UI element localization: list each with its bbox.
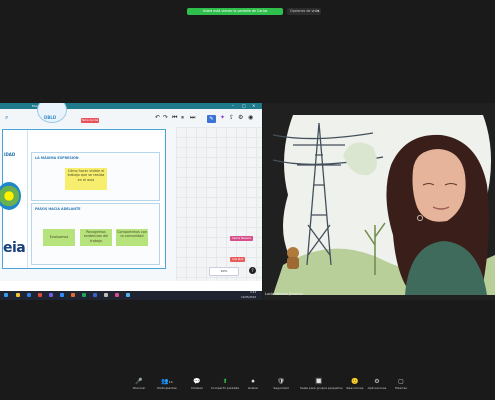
security-button[interactable]: 🛡 Seguridad xyxy=(266,378,296,391)
pause-icon[interactable]: ⏸ xyxy=(181,114,184,121)
virtual-background xyxy=(273,115,495,295)
edge-icon[interactable] xyxy=(27,293,31,297)
chat-label: Chatear xyxy=(191,386,203,390)
share-screen-icon: ⬆ xyxy=(222,378,228,385)
excel-icon[interactable] xyxy=(82,293,86,297)
panel-pasos[interactable]: PASOS HACIA ADELANTE Evaluamos Recogemos… xyxy=(31,203,160,265)
board-toolbar: ⌕ DBLD Tema del día ↶ ↷ ⏮ ⏸ ⏭ ✎ ✦ ⇪ ⚙ ◉ xyxy=(0,103,262,128)
redo-icon[interactable]: ↷ xyxy=(163,114,168,121)
security-label: Seguridad xyxy=(273,386,289,390)
whiteboards-button[interactable]: ▢ Pizarras xyxy=(386,378,416,391)
system-clock[interactable]: 9:44 22/05/2024 xyxy=(241,291,256,300)
next-icon[interactable]: ⏭ xyxy=(190,114,195,121)
breakout-rooms-label: Salas para grupos pequeños xyxy=(300,386,343,390)
left-column-label: IDAD xyxy=(4,152,16,157)
share-screen-button[interactable]: ⬆ Compartir pantalla xyxy=(210,378,240,391)
record-label: Grabar xyxy=(247,386,259,390)
help-button[interactable]: ? xyxy=(249,267,256,274)
settings-icon[interactable]: ⚙ xyxy=(238,114,243,121)
participants-icon: 👥14 xyxy=(161,378,173,385)
sticky-note[interactable]: Evaluamos xyxy=(43,229,75,246)
participants-button[interactable]: 👥14 Participantes xyxy=(152,378,182,391)
app-icon[interactable] xyxy=(115,293,119,297)
mute-button[interactable]: 🎤 Silenciar xyxy=(124,378,154,391)
collaborator-cursor: Carlos Navarro xyxy=(230,236,254,241)
logo xyxy=(37,103,67,123)
top-bar: Usted está viendo la pantalla de Carlos … xyxy=(0,0,495,22)
canvas-side-area: Carlos Navarro Ana Ruiz 90% ? xyxy=(176,127,262,281)
chat-button[interactable]: 💬 Chatear xyxy=(182,378,212,391)
word-icon[interactable] xyxy=(93,293,97,297)
sticky-note[interactable]: Compartimos con la comunidad xyxy=(116,229,148,246)
shield-icon: 🛡 xyxy=(277,378,285,385)
microphone-icon: 🎤 xyxy=(135,378,143,385)
share-screen-label: Compartir pantalla xyxy=(210,386,240,390)
teams-icon[interactable] xyxy=(49,293,53,297)
app-icon[interactable] xyxy=(126,293,130,297)
share-icon[interactable]: ⇪ xyxy=(229,114,234,121)
screen-share-indicator[interactable]: Usted está viendo la pantalla de Carlos xyxy=(187,8,283,15)
panel-title: LA MÁXIMA EXPRESIÓN xyxy=(35,156,79,160)
office-icon[interactable] xyxy=(71,293,75,297)
zoom-control[interactable]: 90% xyxy=(209,267,239,276)
chat-icon: 💬 xyxy=(193,378,201,385)
record-icon: ⏺ xyxy=(251,378,255,385)
logo-text: DBLD xyxy=(44,115,57,120)
board-frame: IDAD eia LA MÁXIMA EXPRESIÓN Cómo hacer … xyxy=(0,129,166,269)
undo-icon[interactable]: ↶ xyxy=(155,114,160,121)
participant-name: Lucía Moreno Jiménez xyxy=(265,292,304,296)
participant-video-tile[interactable]: Lucía Moreno Jiménez xyxy=(263,103,495,300)
pen-tool-button[interactable]: ✎ xyxy=(207,115,216,123)
zoom-app-icon[interactable] xyxy=(60,293,64,297)
sticky-note[interactable]: Recogemos evidencias del trabajo xyxy=(80,229,112,246)
mute-label: Silenciar xyxy=(132,386,146,390)
brand-text: eia xyxy=(3,240,26,256)
shared-screen: Mural - Canvas – □ × ⌕ DBLD Tema del día… xyxy=(0,103,262,300)
view-options-button[interactable]: Opciones de vista ▾ xyxy=(287,8,321,15)
os-taskbar: 9:44 22/05/2024 xyxy=(0,291,262,300)
meeting-toolbar: 🎤 Silenciar 👥14 Participantes 💬 Chatear … xyxy=(0,374,495,400)
left-column: IDAD eia xyxy=(0,130,28,268)
whiteboard-canvas[interactable]: IDAD eia LA MÁXIMA EXPRESIÓN Cómo hacer … xyxy=(0,127,176,281)
sticky-note[interactable]: Cómo hacer visible el trabajo que se rea… xyxy=(65,168,107,190)
breakout-rooms-icon: 🔲 xyxy=(315,378,323,385)
topic-tag[interactable]: Tema del día xyxy=(81,118,99,123)
start-icon[interactable] xyxy=(4,293,8,297)
panel-title: PASOS HACIA ADELANTE xyxy=(35,207,81,211)
previous-icon[interactable]: ⏮ xyxy=(172,114,177,121)
participants-label: Participantes xyxy=(157,386,177,390)
search-icon[interactable]: ⌕ xyxy=(5,114,8,121)
whiteboards-label: Pizarras xyxy=(395,386,407,390)
app-icon[interactable] xyxy=(104,293,108,297)
participants-count: 14 xyxy=(168,380,173,384)
globe-image xyxy=(0,182,21,210)
chevron-down-icon: ▾ xyxy=(317,9,319,13)
collaborator-cursor: Ana Ruiz xyxy=(230,257,246,262)
chrome-icon[interactable] xyxy=(38,293,42,297)
magic-icon[interactable]: ✦ xyxy=(220,114,225,121)
view-options-label: Opciones de vista xyxy=(290,9,320,13)
grid-background xyxy=(176,127,262,281)
breakout-rooms-button[interactable]: 🔲 Salas para grupos pequeños xyxy=(300,378,343,391)
user-icon[interactable]: ◉ xyxy=(248,114,253,121)
folder-icon[interactable] xyxy=(16,293,20,297)
record-button[interactable]: ⏺ Grabar xyxy=(238,378,268,391)
whiteboard-icon: ▢ xyxy=(398,378,404,385)
panel-maxima-expresion[interactable]: LA MÁXIMA EXPRESIÓN Cómo hacer visible e… xyxy=(31,152,160,201)
clock-date: 22/05/2024 xyxy=(241,295,256,299)
clock-time: 9:44 xyxy=(250,291,256,294)
